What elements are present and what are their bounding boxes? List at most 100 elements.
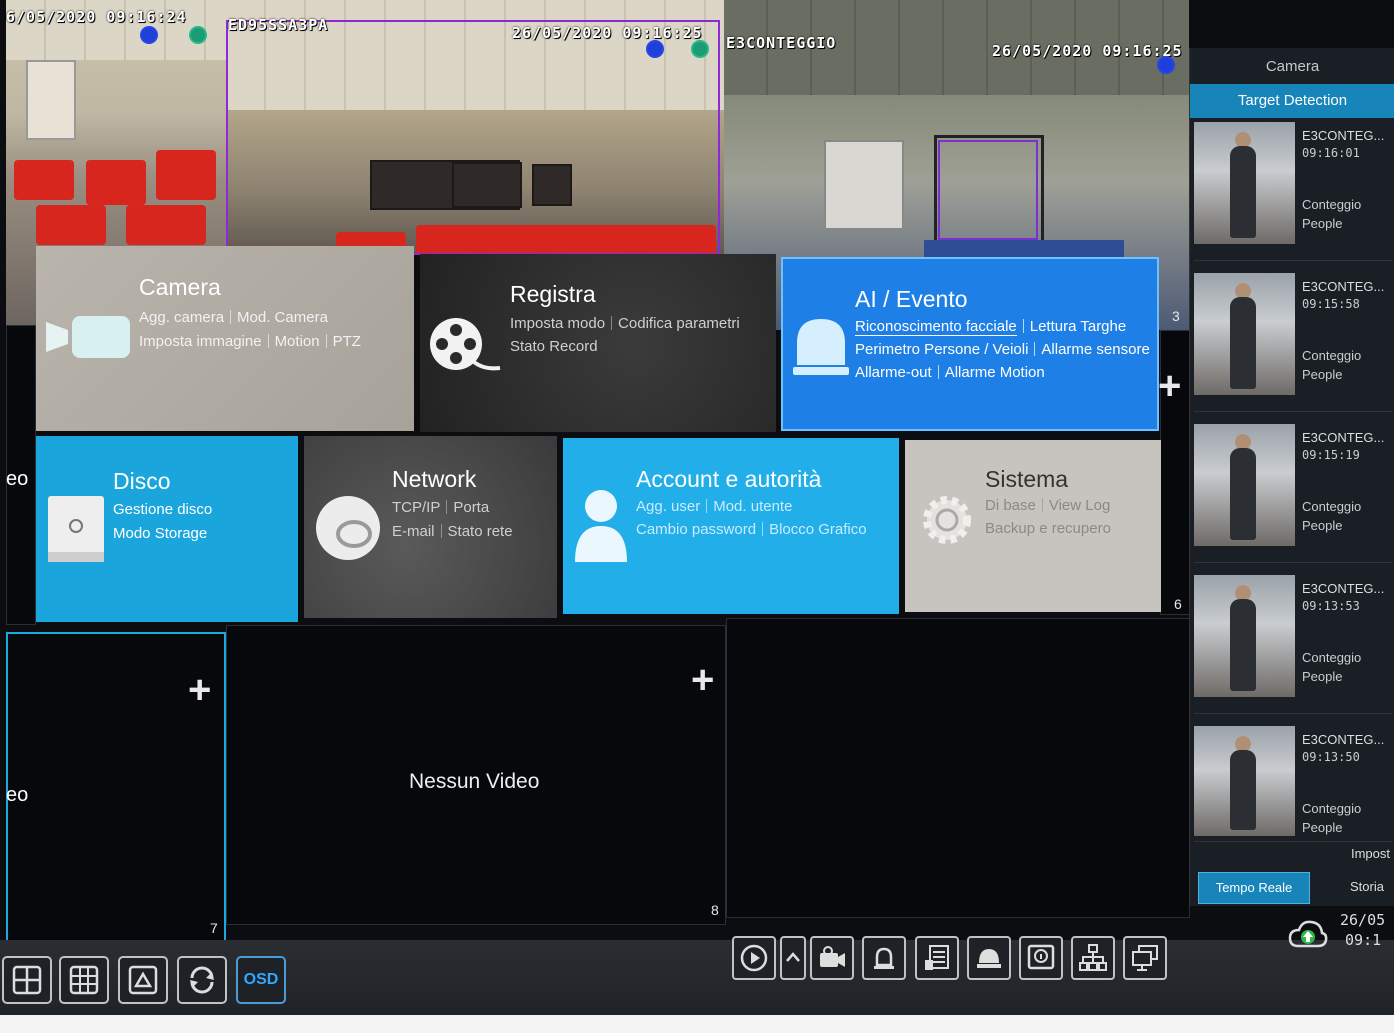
alarm-icon[interactable] — [862, 936, 906, 980]
tab-live[interactable]: Tempo Reale — [1198, 872, 1310, 904]
rotate-icon[interactable] — [177, 956, 227, 1004]
layout-9-icon[interactable] — [59, 956, 109, 1004]
menu-link-alarm-out[interactable]: Allarme-out — [855, 364, 932, 381]
status-dot — [1157, 56, 1175, 74]
menu-tile-disco[interactable]: Disco Gestione disco Modo Storage — [36, 436, 298, 622]
menu-link-storage-mode[interactable]: Modo Storage — [113, 525, 207, 542]
detection-time: 09:13:53 — [1302, 599, 1360, 613]
menu-link-record-status[interactable]: Stato Record — [510, 338, 598, 355]
chair — [126, 205, 206, 245]
detection-type: Conteggio — [1302, 197, 1362, 212]
menu-link-edit-user[interactable]: Mod. utente — [713, 498, 792, 515]
menu-link-port[interactable]: Porta — [453, 499, 489, 516]
monitor-bezel — [0, 1015, 1394, 1033]
grid-cell-9[interactable] — [726, 618, 1190, 918]
menu-link-edit-camera[interactable]: Mod. Camera — [237, 309, 328, 326]
tile-title: Registra — [510, 281, 596, 307]
detection-type: Conteggio — [1302, 499, 1362, 514]
detection-time: 09:15:19 — [1302, 448, 1360, 462]
menu-link-image-settings[interactable]: Imposta immagine — [139, 333, 262, 350]
cell-number: 6 — [1174, 596, 1182, 612]
cell-number: 3 — [1172, 308, 1180, 324]
panel-title: Camera — [1265, 58, 1320, 75]
sequence-icon[interactable] — [118, 956, 168, 1004]
detection-camera: E3CONTEG... — [1302, 732, 1385, 747]
menu-link-add-user[interactable]: Agg. user — [636, 498, 700, 515]
no-video-label: Nessun Video — [409, 770, 540, 793]
info-icon[interactable] — [1019, 936, 1063, 980]
tile-title: AI / Evento — [855, 286, 968, 312]
nvr-screen: 6/05/2020 09:16:24 ED95SSA3PA 26/05/2020… — [0, 0, 1394, 1033]
cloud-upload-icon[interactable] — [1288, 918, 1328, 952]
menu-link-perimeter[interactable]: Perimetro Persone / Veioli — [855, 341, 1028, 358]
detection-item[interactable]: E3CONTEG... 09:15:58 Conteggio People — [1194, 269, 1392, 412]
tab-history[interactable]: Storia — [1350, 872, 1384, 904]
detection-type: Conteggio — [1302, 801, 1362, 816]
monitor-icon[interactable] — [1123, 936, 1167, 980]
osd-button[interactable]: OSD — [236, 956, 286, 1004]
detection-camera: E3CONTEG... — [1302, 581, 1385, 596]
add-camera-icon[interactable]: + — [1158, 366, 1181, 406]
network-tree-icon[interactable] — [1071, 936, 1115, 980]
chair — [156, 150, 216, 200]
play-icon[interactable] — [732, 936, 776, 980]
add-camera-icon[interactable]: + — [188, 670, 211, 710]
detection-type: People — [1302, 669, 1343, 684]
chevron-up-icon[interactable] — [780, 936, 806, 980]
status-dot — [646, 40, 664, 58]
menu-link-backup[interactable]: Backup e recupero — [985, 520, 1111, 537]
add-camera-icon[interactable]: + — [691, 660, 714, 700]
detection-item[interactable]: E3CONTEG... 09:13:50 Conteggio People — [1194, 722, 1392, 842]
list-icon[interactable] — [915, 936, 959, 980]
chair — [86, 160, 146, 205]
detection-item[interactable]: E3CONTEG... 09:13:53 Conteggio People — [1194, 571, 1392, 714]
menu-tile-account[interactable]: Account e autorità Agg. user Mod. utente … — [563, 438, 899, 614]
menu-tile-registra[interactable]: Registra Imposta modo Codifica parametri … — [420, 254, 776, 432]
status-dot — [691, 40, 709, 58]
menu-link-face-recognition[interactable]: Riconoscimento facciale — [855, 318, 1017, 336]
detection-box — [938, 140, 1038, 240]
menu-link-sensor-alarm[interactable]: Allarme sensore — [1041, 341, 1149, 358]
menu-link-change-password[interactable]: Cambio password — [636, 521, 756, 538]
detection-type: Conteggio — [1302, 348, 1362, 363]
camera-icon — [46, 316, 130, 358]
settings-link[interactable]: Impost — [1351, 846, 1390, 861]
menu-link-email[interactable]: E-mail — [392, 523, 435, 540]
menu-tile-ai-event[interactable]: AI / Evento Riconoscimento facciale Lettu… — [781, 257, 1159, 431]
menu-tile-network[interactable]: Network TCP/IP Porta E-mail Stato rete — [304, 436, 557, 618]
cell-label: eo — [6, 784, 29, 806]
clock-time: 09:1 — [1345, 931, 1382, 949]
menu-link-basic[interactable]: Di base — [985, 497, 1036, 514]
menu-link-view-log[interactable]: View Log — [1049, 497, 1110, 514]
detection-type: People — [1302, 518, 1343, 533]
chair — [14, 160, 74, 200]
menu-link-network-status[interactable]: Stato rete — [448, 523, 513, 540]
osd-label: OSD — [243, 971, 279, 988]
menu-tile-sistema[interactable]: Sistema Di base View Log Backup e recuper… — [905, 440, 1161, 612]
menu-link-motion[interactable]: Motion — [275, 333, 320, 350]
menu-link-disk-management[interactable]: Gestione disco — [113, 501, 212, 518]
camera-ai-icon[interactable] — [810, 936, 854, 980]
menu-link-ptz[interactable]: PTZ — [333, 333, 361, 350]
status-dot — [189, 26, 207, 44]
tile-title: Network — [392, 466, 477, 492]
alarm-light-icon — [793, 319, 849, 375]
detection-item[interactable]: E3CONTEG... 09:16:01 Conteggio People — [1194, 118, 1392, 261]
layout-4-icon[interactable] — [2, 956, 52, 1004]
cell-number: 7 — [210, 920, 218, 936]
menu-link-plate-reading[interactable]: Lettura Targhe — [1030, 318, 1126, 335]
menu-link-motion-alarm[interactable]: Allarme Motion — [945, 364, 1045, 381]
menu-link-screen-lock[interactable]: Blocco Grafico — [769, 521, 867, 538]
dome-camera-icon[interactable] — [967, 936, 1011, 980]
menu-link-tcpip[interactable]: TCP/IP — [392, 499, 440, 516]
info-panel — [824, 140, 904, 230]
feed2-timestamp: 26/05/2020 09:16:25 — [512, 24, 703, 42]
menu-tile-camera[interactable]: Camera Agg. camera Mod. Camera Imposta im… — [36, 246, 414, 431]
menu-link-record-mode[interactable]: Imposta modo — [510, 315, 605, 332]
tab-target-detection[interactable]: Target Detection — [1190, 84, 1394, 118]
tile-title: Disco — [113, 468, 171, 494]
menu-link-add-camera[interactable]: Agg. camera — [139, 309, 224, 326]
detection-item[interactable]: E3CONTEG... 09:15:19 Conteggio People — [1194, 420, 1392, 563]
menu-link-encode-params[interactable]: Codifica parametri — [618, 315, 740, 332]
tile-title: Sistema — [985, 466, 1069, 492]
